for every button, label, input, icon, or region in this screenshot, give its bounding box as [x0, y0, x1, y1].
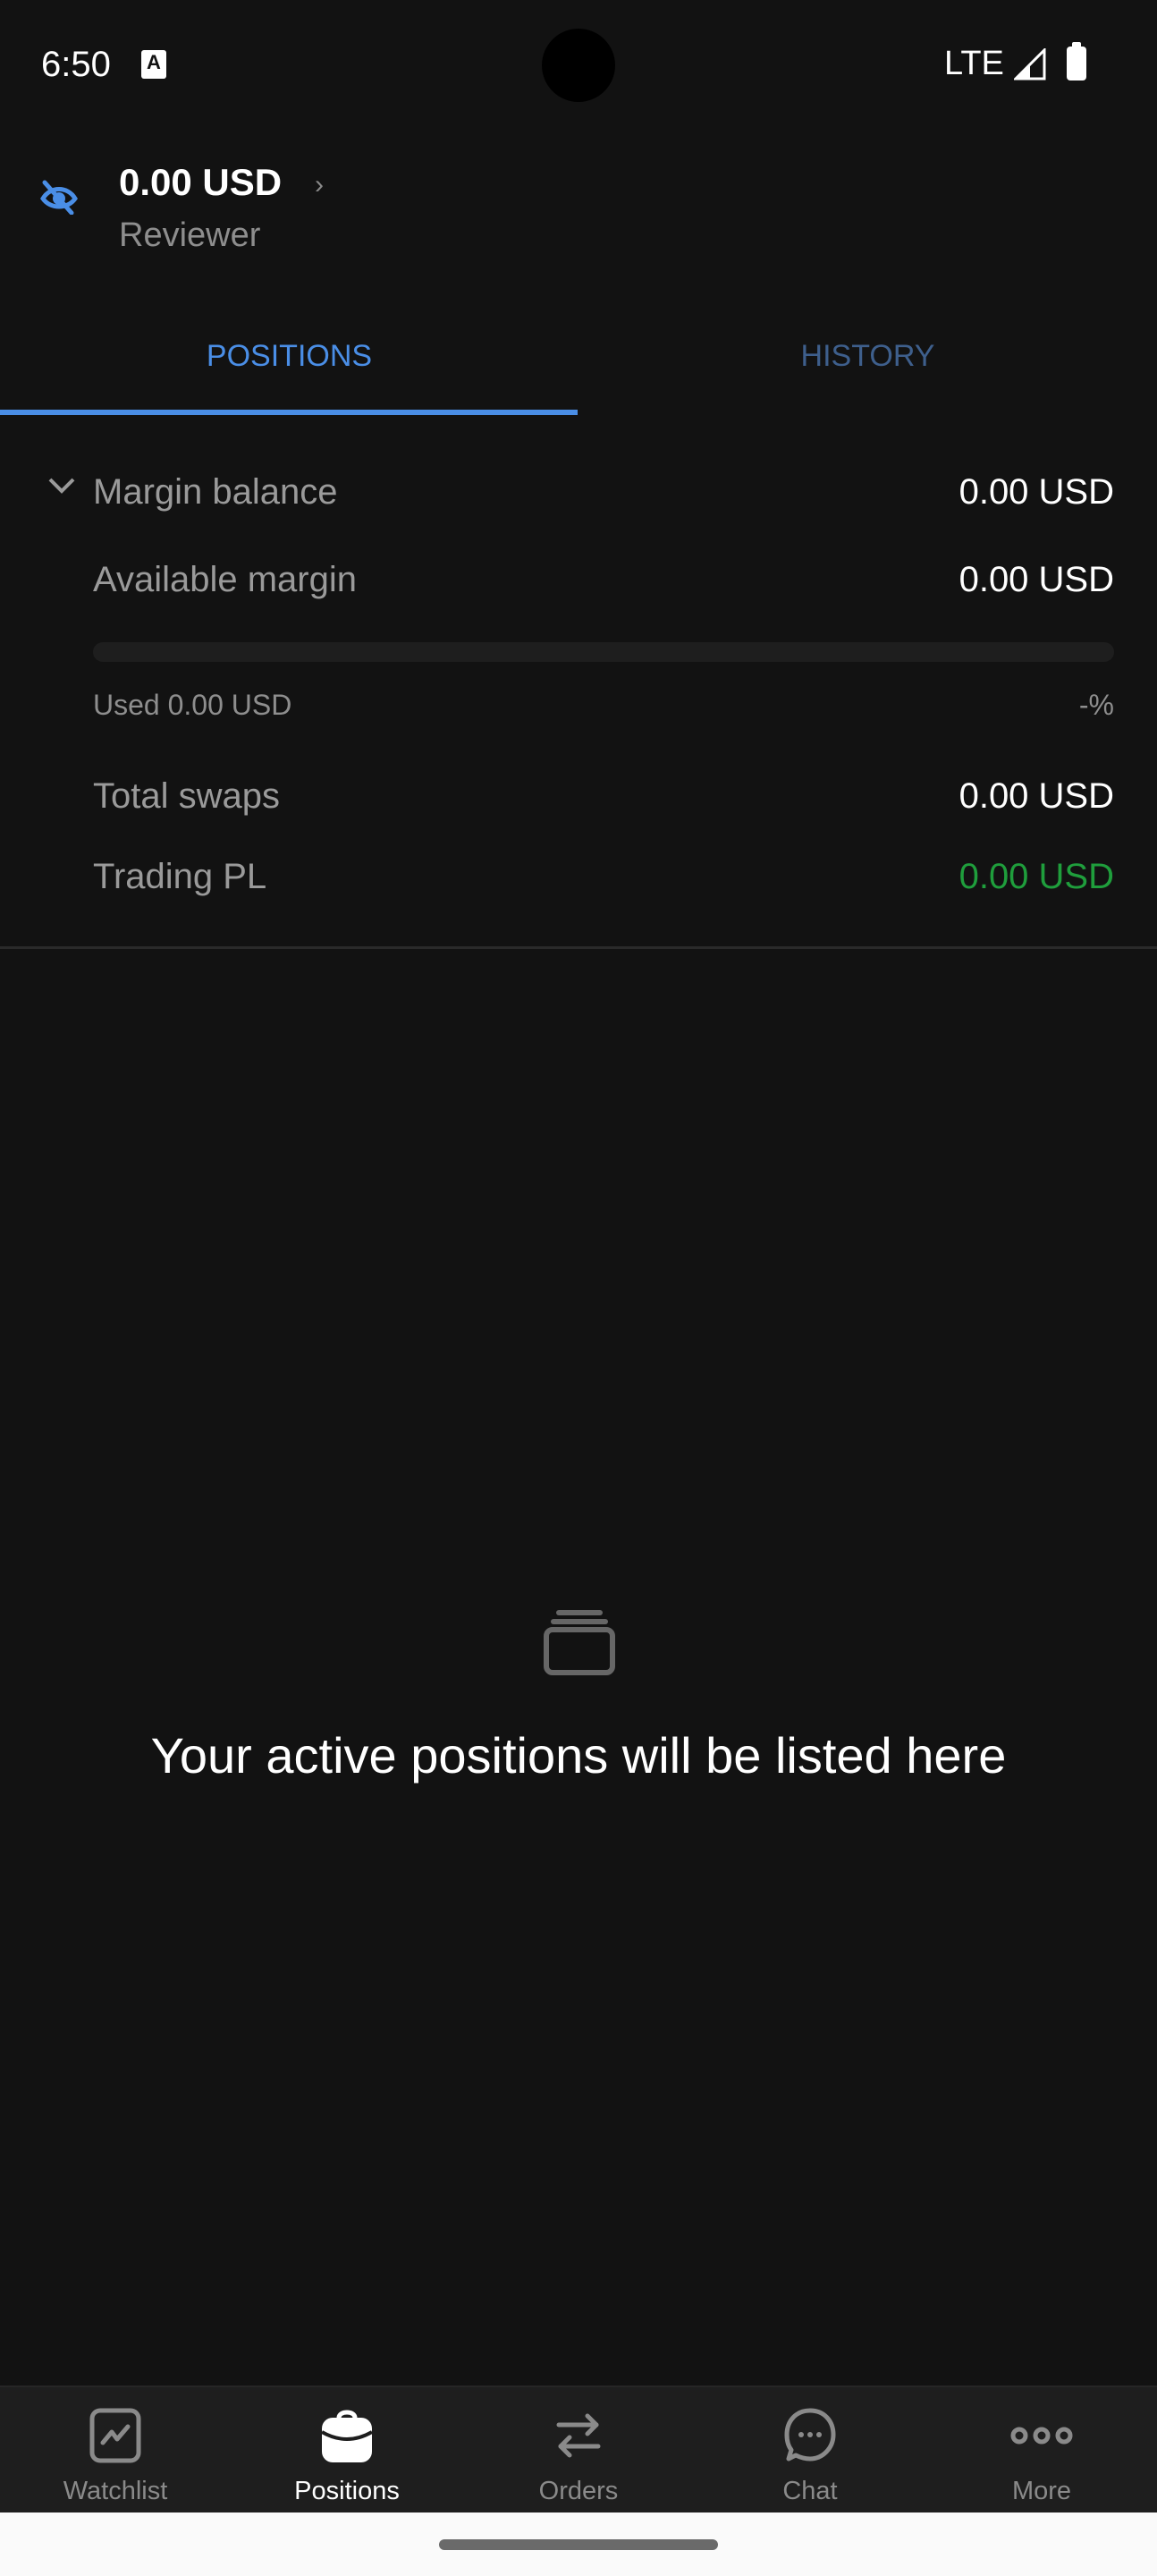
nav-orders[interactable]: Orders: [463, 2387, 694, 2512]
camera-cutout: [542, 29, 615, 102]
account-name: Reviewer: [119, 216, 261, 254]
nav-chat[interactable]: Chat: [695, 2387, 925, 2512]
more-dots-icon: [1010, 2427, 1073, 2445]
tab-positions[interactable]: POSITIONS: [0, 313, 578, 416]
chevron-down-icon[interactable]: [46, 476, 77, 496]
stack-icon: [544, 1610, 615, 1675]
nav-label: Positions: [294, 2477, 400, 2505]
chat-bubble-icon: [784, 2408, 836, 2462]
briefcase-icon: [321, 2410, 373, 2462]
margin-balance-label[interactable]: Margin balance: [93, 472, 338, 513]
signal-icon: [1014, 48, 1046, 80]
total-swaps-value: 0.00 USD: [959, 776, 1114, 816]
battery-icon: [1067, 42, 1086, 80]
nav-label: Watchlist: [63, 2477, 168, 2505]
bottom-nav: Watchlist Positions Orders Chat More: [0, 2385, 1157, 2512]
status-bar: 6:50 A LTE: [0, 0, 1157, 125]
account-balance[interactable]: 0.00 USD: [119, 161, 282, 204]
margin-usage-bar: [93, 642, 1114, 662]
home-gesture-handle[interactable]: [439, 2539, 718, 2550]
network-type: LTE: [944, 45, 1004, 82]
used-margin-label: Used 0.00 USD: [93, 689, 292, 721]
used-margin-percent: -%: [1078, 689, 1114, 721]
nav-label: Chat: [782, 2477, 838, 2505]
chevron-right-icon[interactable]: ›: [315, 170, 324, 200]
swap-arrows-icon: [556, 2413, 601, 2458]
tab-history[interactable]: HISTORY: [578, 313, 1157, 416]
nav-positions[interactable]: Positions: [232, 2387, 462, 2512]
nav-more[interactable]: More: [926, 2387, 1157, 2512]
nav-label: Orders: [538, 2477, 619, 2505]
tab-bar: POSITIONS HISTORY: [0, 313, 1157, 416]
section-divider: [0, 946, 1157, 949]
eye-off-icon[interactable]: [39, 179, 79, 215]
trading-pl-label: Trading PL: [93, 857, 267, 896]
status-time: 6:50: [41, 45, 111, 84]
chart-icon: [89, 2408, 141, 2463]
available-margin-value: 0.00 USD: [959, 560, 1114, 599]
empty-state-message: Your active positions will be listed her…: [150, 1727, 1007, 1784]
available-margin-label: Available margin: [93, 560, 357, 599]
total-swaps-label: Total swaps: [93, 776, 280, 816]
margin-balance-value: 0.00 USD: [959, 472, 1114, 512]
a-icon: A: [141, 50, 166, 79]
active-tab-indicator: [0, 410, 578, 415]
trading-pl-value: 0.00 USD: [959, 857, 1114, 896]
nav-label: More: [1011, 2477, 1072, 2505]
nav-watchlist[interactable]: Watchlist: [0, 2387, 231, 2512]
